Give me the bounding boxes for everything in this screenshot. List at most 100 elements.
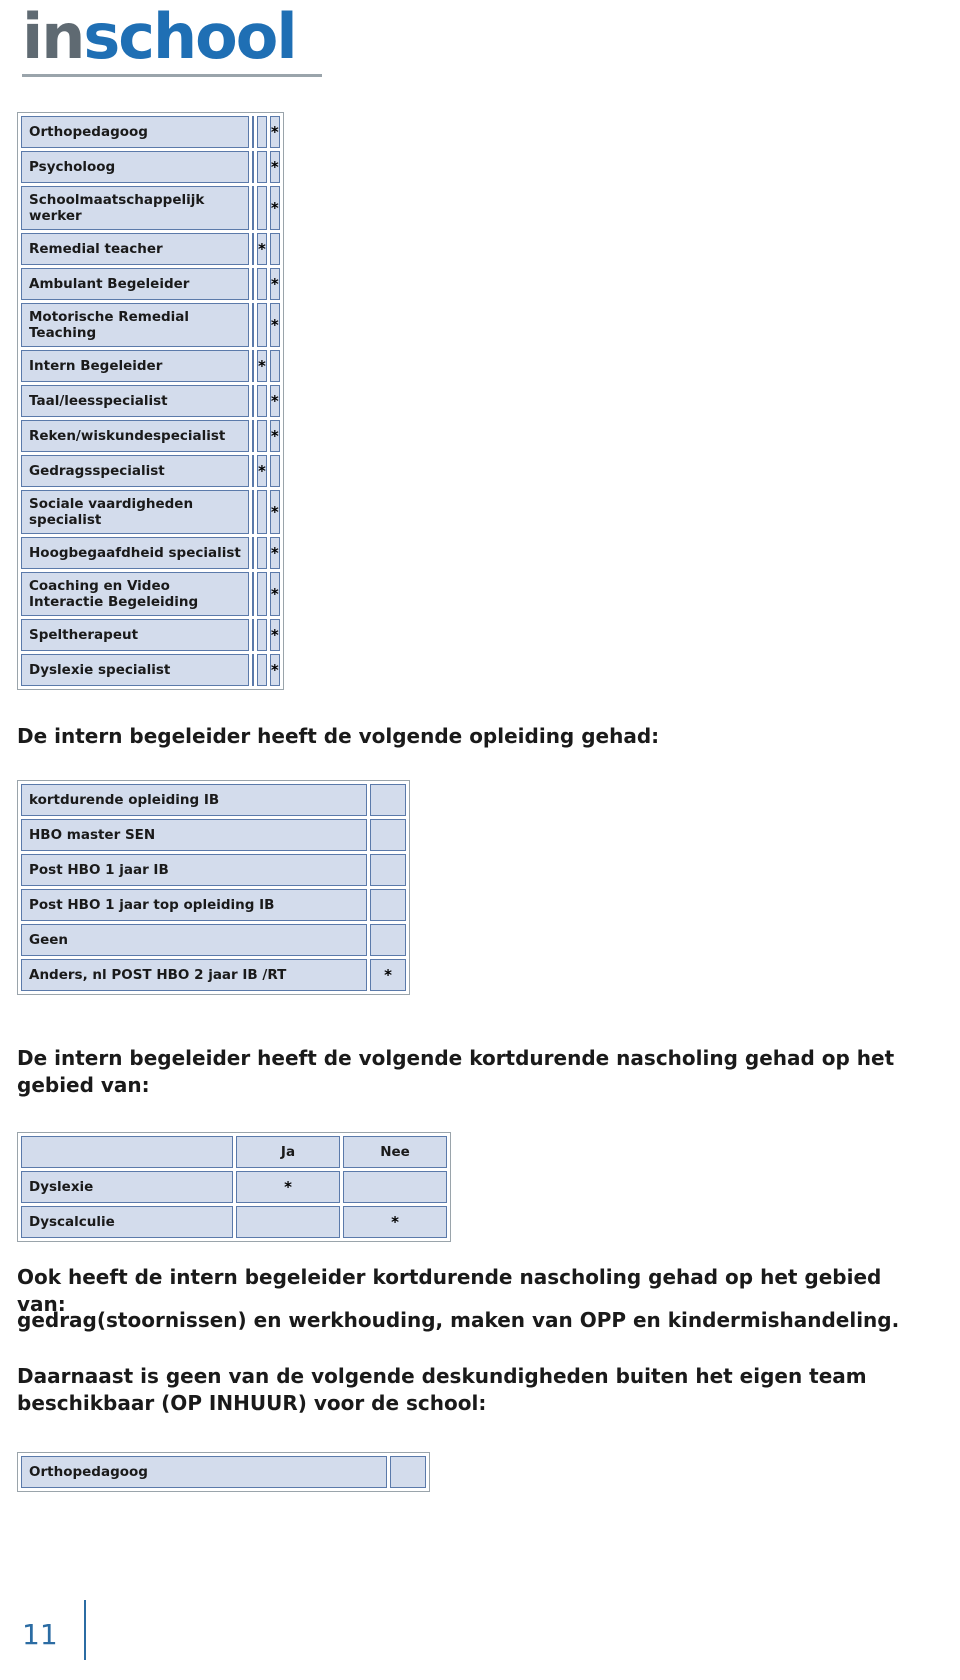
row-cell-ja[interactable]: * <box>236 1171 340 1203</box>
opleiding-table-body: kortdurende opleiding IB HBO master SEN … <box>21 784 406 991</box>
row-cell-1[interactable] <box>252 151 254 183</box>
row-cell-1[interactable] <box>252 268 254 300</box>
heading-nascholing: De intern begeleider heeft de volgende k… <box>17 1046 895 1097</box>
row-cell-1[interactable] <box>252 350 254 382</box>
row-cell-1[interactable] <box>252 116 254 148</box>
table-row: Orthopedagoog <box>21 1456 426 1488</box>
specialists-table-body: Orthopedagoog * Psycholoog * Schoolmaats… <box>21 116 280 686</box>
row-cell-3[interactable]: * <box>269 537 280 569</box>
row-cell-1[interactable] <box>252 303 254 347</box>
row-cell-1[interactable] <box>252 537 254 569</box>
row-label: Sociale vaardigheden specialist <box>21 490 249 534</box>
row-cell-3[interactable] <box>269 455 280 487</box>
row-cell-1[interactable] <box>370 784 406 816</box>
table-row: Remedial teacher * <box>21 233 280 265</box>
row-label: Schoolmaatschappelijk werker <box>21 186 249 230</box>
table-row: Psycholoog * <box>21 151 280 183</box>
row-label: Orthopedagoog <box>21 116 249 148</box>
row-cell-2[interactable] <box>257 186 267 230</box>
nascholing-table: Ja Nee Dyslexie * Dyscalculie * <box>18 1133 450 1241</box>
row-cell-3[interactable]: * <box>269 654 280 686</box>
row-cell-3[interactable]: * <box>269 268 280 300</box>
row-cell-1[interactable] <box>252 186 254 230</box>
row-cell-1[interactable] <box>252 619 254 651</box>
row-label: Hoogbegaafdheid specialist <box>21 537 249 569</box>
row-cell-3[interactable]: * <box>269 151 280 183</box>
row-cell-2[interactable]: * <box>257 350 267 382</box>
row-cell-3[interactable]: * <box>269 619 280 651</box>
row-cell-3[interactable]: * <box>269 490 280 534</box>
page-number: 11 <box>22 1618 58 1651</box>
row-cell-1[interactable] <box>252 654 254 686</box>
row-cell-2[interactable] <box>257 420 267 452</box>
table-row: Post HBO 1 jaar IB <box>21 854 406 886</box>
row-cell-2[interactable] <box>257 572 267 616</box>
row-cell-2[interactable] <box>257 385 267 417</box>
row-label: Post HBO 1 jaar top opleiding IB <box>21 889 367 921</box>
specialists-table-frame: Orthopedagoog * Psycholoog * Schoolmaats… <box>17 112 284 690</box>
logo-text-in: in <box>22 0 85 73</box>
row-cell-2[interactable] <box>257 151 267 183</box>
row-cell-2[interactable] <box>257 537 267 569</box>
row-label: Dyslexie specialist <box>21 654 249 686</box>
row-cell-3[interactable]: * <box>269 186 280 230</box>
row-cell-3[interactable]: * <box>269 385 280 417</box>
row-label: Motorische Remedial Teaching <box>21 303 249 347</box>
inhuur-table-frame: Orthopedagoog <box>17 1452 430 1492</box>
row-cell-3[interactable] <box>269 350 280 382</box>
row-cell-2[interactable]: * <box>257 233 267 265</box>
row-cell-1[interactable] <box>390 1456 426 1488</box>
logo-underline <box>22 74 322 77</box>
footer-divider <box>84 1600 86 1660</box>
row-cell-3[interactable]: * <box>269 116 280 148</box>
row-cell-3[interactable]: * <box>269 572 280 616</box>
row-cell-1[interactable] <box>252 572 254 616</box>
row-cell-2[interactable] <box>257 116 267 148</box>
row-cell-2[interactable] <box>257 654 267 686</box>
row-label: Dyscalculie <box>21 1206 233 1238</box>
row-label: Dyslexie <box>21 1171 233 1203</box>
row-label: Psycholoog <box>21 151 249 183</box>
row-cell-1[interactable] <box>370 924 406 956</box>
row-label: Speltherapeut <box>21 619 249 651</box>
nascholing-table-frame: Ja Nee Dyslexie * Dyscalculie * <box>17 1132 451 1242</box>
inschool-logo: inschool <box>22 6 298 68</box>
row-cell-nee[interactable] <box>343 1171 447 1203</box>
row-cell-1[interactable] <box>252 233 254 265</box>
row-label: Ambulant Begeleider <box>21 268 249 300</box>
row-cell-1[interactable] <box>370 889 406 921</box>
table-row: Ambulant Begeleider * <box>21 268 280 300</box>
heading-opleiding: De intern begeleider heeft de volgende o… <box>17 724 660 748</box>
row-cell-1[interactable] <box>370 854 406 886</box>
table-row: HBO master SEN <box>21 819 406 851</box>
table-row: Gedragsspecialist * <box>21 455 280 487</box>
row-cell-1[interactable] <box>370 819 406 851</box>
row-cell-1[interactable]: * <box>370 959 406 991</box>
row-cell-2[interactable] <box>257 268 267 300</box>
row-label: kortdurende opleiding IB <box>21 784 367 816</box>
table-row: Speltherapeut * <box>21 619 280 651</box>
table-row: Schoolmaatschappelijk werker * <box>21 186 280 230</box>
specialists-table: Orthopedagoog * Psycholoog * Schoolmaats… <box>18 113 283 689</box>
row-cell-1[interactable] <box>252 420 254 452</box>
row-label: Post HBO 1 jaar IB <box>21 854 367 886</box>
row-label: Gedragsspecialist <box>21 455 249 487</box>
row-cell-ja[interactable] <box>236 1206 340 1238</box>
row-cell-2[interactable] <box>257 490 267 534</box>
row-cell-3[interactable] <box>269 233 280 265</box>
row-cell-1[interactable] <box>252 455 254 487</box>
row-cell-2[interactable] <box>257 619 267 651</box>
row-cell-2[interactable] <box>257 303 267 347</box>
table-row: Orthopedagoog * <box>21 116 280 148</box>
row-cell-1[interactable] <box>252 490 254 534</box>
table-row: Sociale vaardigheden specialist * <box>21 490 280 534</box>
row-cell-nee[interactable]: * <box>343 1206 447 1238</box>
row-label: Remedial teacher <box>21 233 249 265</box>
table-row: Dyslexie specialist * <box>21 654 280 686</box>
table-row: Geen <box>21 924 406 956</box>
row-cell-3[interactable]: * <box>269 420 280 452</box>
header-cell-ja: Ja <box>236 1136 340 1168</box>
row-cell-3[interactable]: * <box>269 303 280 347</box>
row-cell-2[interactable]: * <box>257 455 267 487</box>
row-cell-1[interactable] <box>252 385 254 417</box>
